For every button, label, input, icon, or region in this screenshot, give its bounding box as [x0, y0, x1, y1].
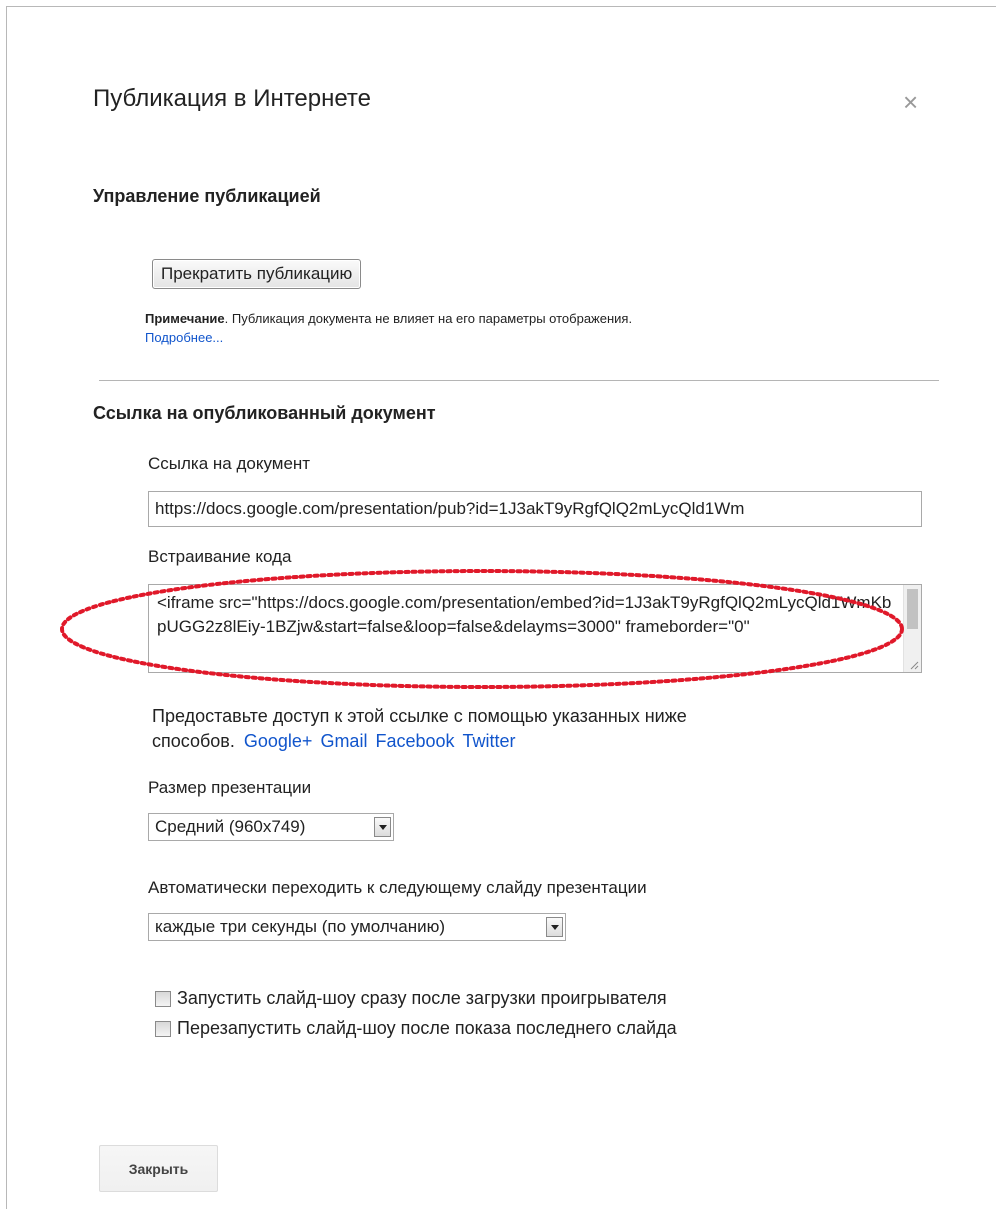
auto-advance-label: Автоматически переходить к следующему сл…: [148, 878, 647, 897]
publish-dialog: Публикация в Интернете × Управление публ…: [6, 6, 996, 1209]
published-link-heading: Ссылка на опубликованный документ: [93, 403, 436, 423]
close-icon[interactable]: ×: [903, 89, 918, 115]
restart-slideshow-label: Перезапустить слайд-шоу после показа пос…: [177, 1018, 677, 1038]
share-facebook-link[interactable]: Facebook: [375, 731, 454, 751]
embed-scrollbar-thumb[interactable]: [907, 589, 918, 629]
embed-scrollbar[interactable]: [903, 585, 921, 672]
start-slideshow-label: Запустить слайд-шоу сразу после загрузки…: [177, 988, 667, 1008]
start-slideshow-option[interactable]: Запустить слайд-шоу сразу после загрузки…: [155, 988, 667, 1009]
restart-slideshow-checkbox[interactable]: [155, 1020, 171, 1037]
manage-publication-heading: Управление публикацией: [93, 186, 321, 206]
note-text: . Публикация документа не влияет на его …: [224, 311, 633, 326]
dialog-title: Публикация в Интернете: [93, 85, 372, 112]
chevron-down-icon[interactable]: [546, 917, 563, 937]
resize-grip-icon[interactable]: [909, 660, 919, 670]
presentation-size-label: Размер презентации: [148, 778, 312, 797]
share-gmail-link[interactable]: Gmail: [320, 731, 367, 751]
note-label: Примечание: [145, 311, 225, 326]
chevron-down-icon[interactable]: [374, 817, 391, 837]
learn-more-link[interactable]: Подробнее...: [145, 330, 223, 345]
share-twitter-link[interactable]: Twitter: [463, 731, 516, 751]
auto-advance-value: каждые три секунды (по умолчанию): [155, 917, 446, 936]
share-instructions: Предоставьте доступ к этой ссылке с помо…: [152, 704, 872, 754]
document-link-field[interactable]: [148, 491, 922, 527]
share-text-line-1: Предоставьте доступ к этой ссылке с помо…: [152, 706, 687, 726]
embed-code-label: Встраивание кода: [148, 547, 292, 566]
stop-publishing-button[interactable]: Прекратить публикацию: [152, 259, 362, 289]
restart-slideshow-option[interactable]: Перезапустить слайд-шоу после показа пос…: [155, 1018, 677, 1039]
share-google-plus-link[interactable]: Google+: [244, 731, 313, 751]
start-slideshow-checkbox[interactable]: [155, 990, 171, 1007]
auto-advance-select[interactable]: каждые три секунды (по умолчанию): [148, 913, 566, 941]
share-text-line-2: способов.: [152, 731, 235, 751]
section-divider: [99, 380, 939, 381]
presentation-size-value: Средний (960x749): [155, 817, 306, 836]
presentation-size-select[interactable]: Средний (960x749): [148, 813, 394, 841]
publication-note: Примечание. Публикация документа не влия…: [145, 309, 632, 347]
embed-code-textarea[interactable]: <iframe src="https://docs.google.com/pre…: [148, 584, 922, 673]
close-button[interactable]: Закрыть: [99, 1145, 218, 1192]
embed-code-text[interactable]: <iframe src="https://docs.google.com/pre…: [157, 591, 897, 667]
document-link-label: Ссылка на документ: [148, 454, 311, 473]
